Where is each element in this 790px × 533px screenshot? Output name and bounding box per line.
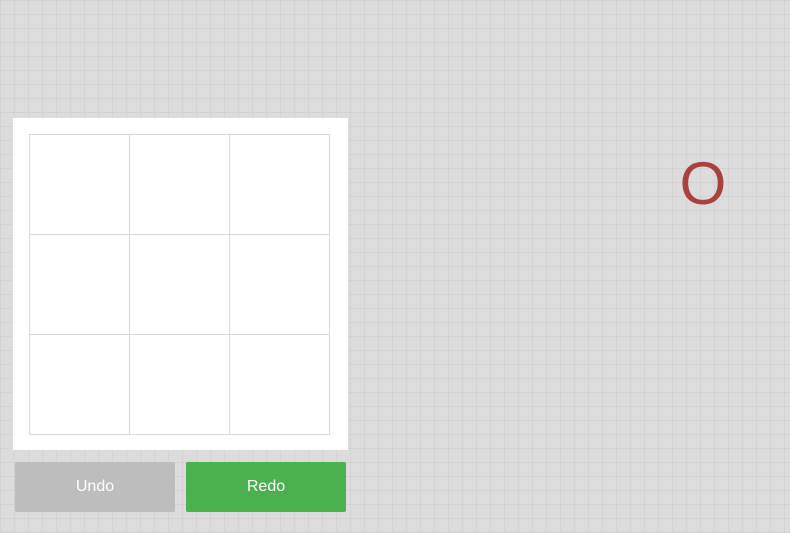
current-player-indicator: O xyxy=(679,150,727,217)
game-board xyxy=(28,133,330,435)
board-cell-6[interactable] xyxy=(228,233,330,335)
undo-button[interactable]: Undo xyxy=(15,462,175,512)
board-panel xyxy=(13,118,348,450)
board-cell-1[interactable] xyxy=(28,133,130,235)
board-cell-3[interactable] xyxy=(228,133,330,235)
board-cell-5[interactable] xyxy=(128,233,230,335)
board-cell-9[interactable] xyxy=(228,333,330,435)
board-cell-7[interactable] xyxy=(28,333,130,435)
board-cell-2[interactable] xyxy=(128,133,230,235)
board-cell-8[interactable] xyxy=(128,333,230,435)
redo-button[interactable]: Redo xyxy=(186,462,346,512)
board-cell-4[interactable] xyxy=(28,233,130,335)
